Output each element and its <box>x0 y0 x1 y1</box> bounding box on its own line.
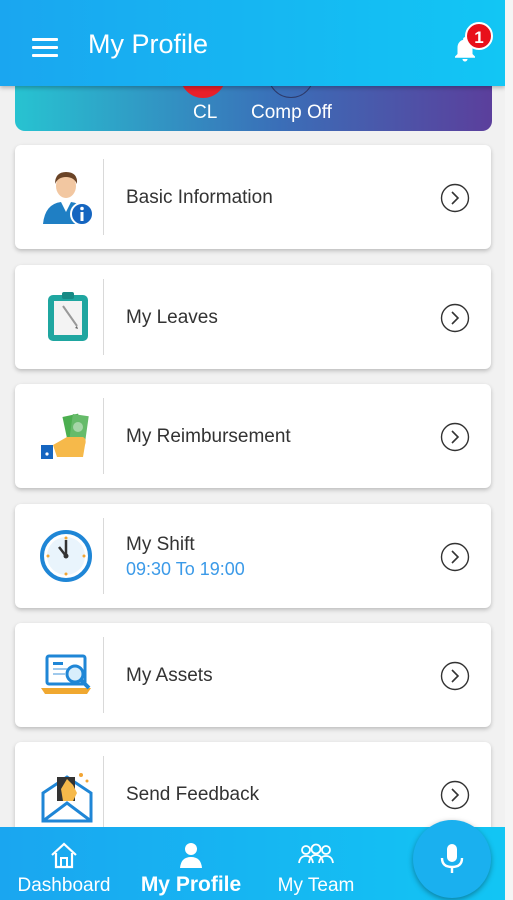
app-header: My Profile 1 <box>0 0 505 86</box>
clipboard-icon <box>48 292 88 341</box>
money-hand-icon <box>41 413 89 459</box>
microphone-icon <box>440 844 464 873</box>
home-icon <box>51 842 77 869</box>
feedback-envelope-icon <box>41 773 93 823</box>
clock-icon <box>40 530 92 582</box>
item-label: My Reimbursement <box>126 426 291 447</box>
nav-my-team[interactable]: My Team <box>266 827 366 900</box>
item-label: Basic Information <box>126 187 273 208</box>
laptop-search-icon <box>41 654 91 694</box>
item-label: Send Feedback <box>126 784 260 805</box>
card-divider <box>103 279 104 355</box>
shift-time: 09:30 To 19:00 <box>126 559 245 579</box>
item-label: My Assets <box>126 665 213 686</box>
chevron-right-icon[interactable] <box>440 780 470 810</box>
user-info-icon <box>43 172 94 226</box>
item-label: My Shift <box>126 534 195 555</box>
chevron-right-icon[interactable] <box>440 422 470 452</box>
basic-information-item[interactable]: Basic Information <box>15 145 491 249</box>
card-divider <box>103 398 104 474</box>
card-divider <box>103 159 104 235</box>
right-edge <box>505 0 513 900</box>
chevron-right-icon[interactable] <box>440 661 470 691</box>
chevron-right-icon[interactable] <box>440 183 470 213</box>
my-shift-item[interactable]: My Shift 09:30 To 19:00 <box>15 504 491 608</box>
hamburger-menu-icon[interactable] <box>32 38 58 58</box>
nav-label: My Profile <box>140 873 242 896</box>
page-title: My Profile <box>88 29 209 59</box>
item-label: My Leaves <box>126 307 218 328</box>
my-assets-item[interactable]: My Assets <box>15 623 491 727</box>
card-divider <box>103 756 104 832</box>
team-icon <box>298 843 334 864</box>
nav-label: Dashboard <box>17 875 111 896</box>
card-divider <box>103 518 104 594</box>
notification-badge: 1 <box>465 22 493 50</box>
card-divider <box>103 637 104 713</box>
person-icon <box>180 843 202 868</box>
my-leaves-item[interactable]: My Leaves <box>15 265 491 369</box>
nav-dashboard[interactable]: Dashboard <box>10 827 118 900</box>
comp-off-label: Comp Off <box>251 102 332 123</box>
nav-my-profile[interactable]: My Profile <box>132 827 250 900</box>
my-reimbursement-item[interactable]: My Reimbursement <box>15 384 491 488</box>
cl-label: CL <box>193 102 218 123</box>
chevron-right-icon[interactable] <box>440 542 470 572</box>
nav-label: My Team <box>277 875 355 896</box>
chevron-right-icon[interactable] <box>440 303 470 333</box>
voice-assistant-button[interactable] <box>413 820 491 898</box>
